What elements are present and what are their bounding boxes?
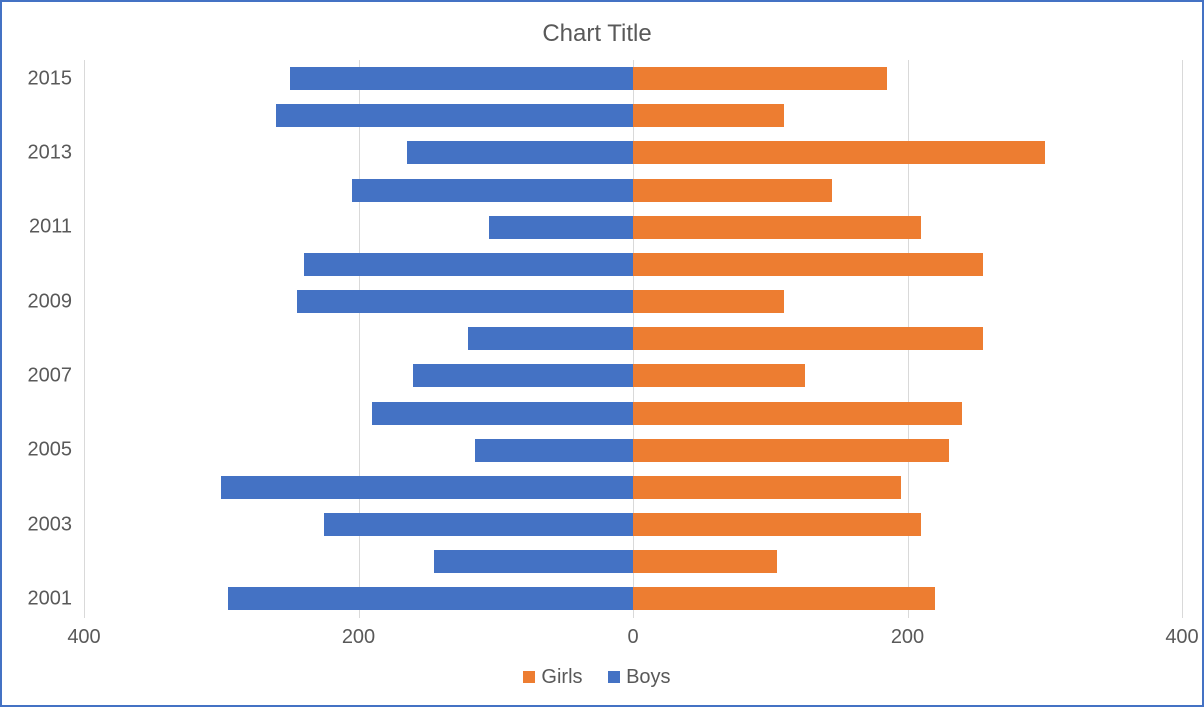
bar-row-2010 (84, 253, 1182, 276)
y-tick-2011: 2011 (29, 216, 72, 239)
bar-row-2011 (84, 216, 1182, 239)
bar-row-2013 (84, 141, 1182, 164)
bar-girls-2002 (633, 550, 777, 573)
gridline (1182, 60, 1183, 618)
bar-row-2012 (84, 179, 1182, 202)
bar-row-2006 (84, 402, 1182, 425)
x-tick: 200 (891, 626, 924, 649)
bar-girls-2003 (633, 513, 921, 536)
bar-girls-2013 (633, 141, 1045, 164)
bar-girls-2009 (633, 290, 784, 313)
bar-girls-2011 (633, 216, 921, 239)
y-axis: 2001 2003 2005 2007 2009 2011 2013 2015 (12, 60, 84, 618)
y-tick-2013: 2013 (28, 141, 73, 164)
bar-row-2009 (84, 290, 1182, 313)
bar-boys-2012 (352, 179, 633, 202)
bar-boys-2008 (468, 327, 633, 350)
bar-girls-2001 (633, 587, 935, 610)
bar-boys-2014 (276, 104, 633, 127)
bar-boys-2007 (413, 364, 633, 387)
bar-row-2003 (84, 513, 1182, 536)
bar-row-2002 (84, 550, 1182, 573)
bar-boys-2004 (221, 476, 633, 499)
bar-boys-2006 (372, 402, 633, 425)
chart-title: Chart Title (12, 12, 1182, 60)
legend: Girls Boys (12, 656, 1182, 696)
bar-boys-2015 (290, 67, 633, 90)
legend-label-boys: Boys (626, 666, 670, 689)
x-axis: 4002000200400 (84, 618, 1182, 656)
x-tick: 200 (342, 626, 375, 649)
bar-girls-2004 (633, 476, 901, 499)
legend-label-girls: Girls (541, 666, 582, 689)
bar-row-2014 (84, 104, 1182, 127)
bar-girls-2007 (633, 364, 805, 387)
plot-area-wrap: 2001 2003 2005 2007 2009 2011 2013 2015 (12, 60, 1182, 618)
bar-boys-2009 (297, 290, 633, 313)
bar-boys-2013 (407, 141, 633, 164)
bar-row-2007 (84, 364, 1182, 387)
x-tick: 400 (1165, 626, 1198, 649)
square-icon (523, 671, 535, 683)
bar-row-2005 (84, 439, 1182, 462)
bars-layer (84, 60, 1182, 618)
legend-item-boys: Boys (608, 666, 670, 689)
chart-container: Chart Title 2001 2003 2005 2007 2009 2011 2013… (0, 0, 1204, 707)
bar-boys-2002 (434, 550, 633, 573)
y-tick-2007: 2007 (28, 364, 73, 387)
bar-row-2004 (84, 476, 1182, 499)
bar-girls-2010 (633, 253, 983, 276)
bar-row-2008 (84, 327, 1182, 350)
bar-boys-2005 (475, 439, 633, 462)
x-tick: 400 (67, 626, 100, 649)
square-icon (608, 671, 620, 683)
bar-row-2001 (84, 587, 1182, 610)
bar-boys-2003 (324, 513, 633, 536)
bar-girls-2014 (633, 104, 784, 127)
bar-girls-2006 (633, 402, 962, 425)
bar-girls-2005 (633, 439, 949, 462)
bar-boys-2010 (304, 253, 633, 276)
y-tick-2009: 2009 (28, 290, 73, 313)
bar-row-2015 (84, 67, 1182, 90)
bar-boys-2011 (489, 216, 633, 239)
bar-girls-2015 (633, 67, 887, 90)
y-tick-2005: 2005 (28, 439, 73, 462)
plot-area (84, 60, 1182, 618)
legend-item-girls: Girls (523, 666, 582, 689)
y-tick-2015: 2015 (28, 67, 73, 90)
bar-girls-2012 (633, 179, 832, 202)
bar-boys-2001 (228, 587, 633, 610)
y-tick-2001: 2001 (28, 587, 73, 610)
x-tick: 0 (627, 626, 638, 649)
y-tick-2003: 2003 (28, 513, 73, 536)
bar-girls-2008 (633, 327, 983, 350)
